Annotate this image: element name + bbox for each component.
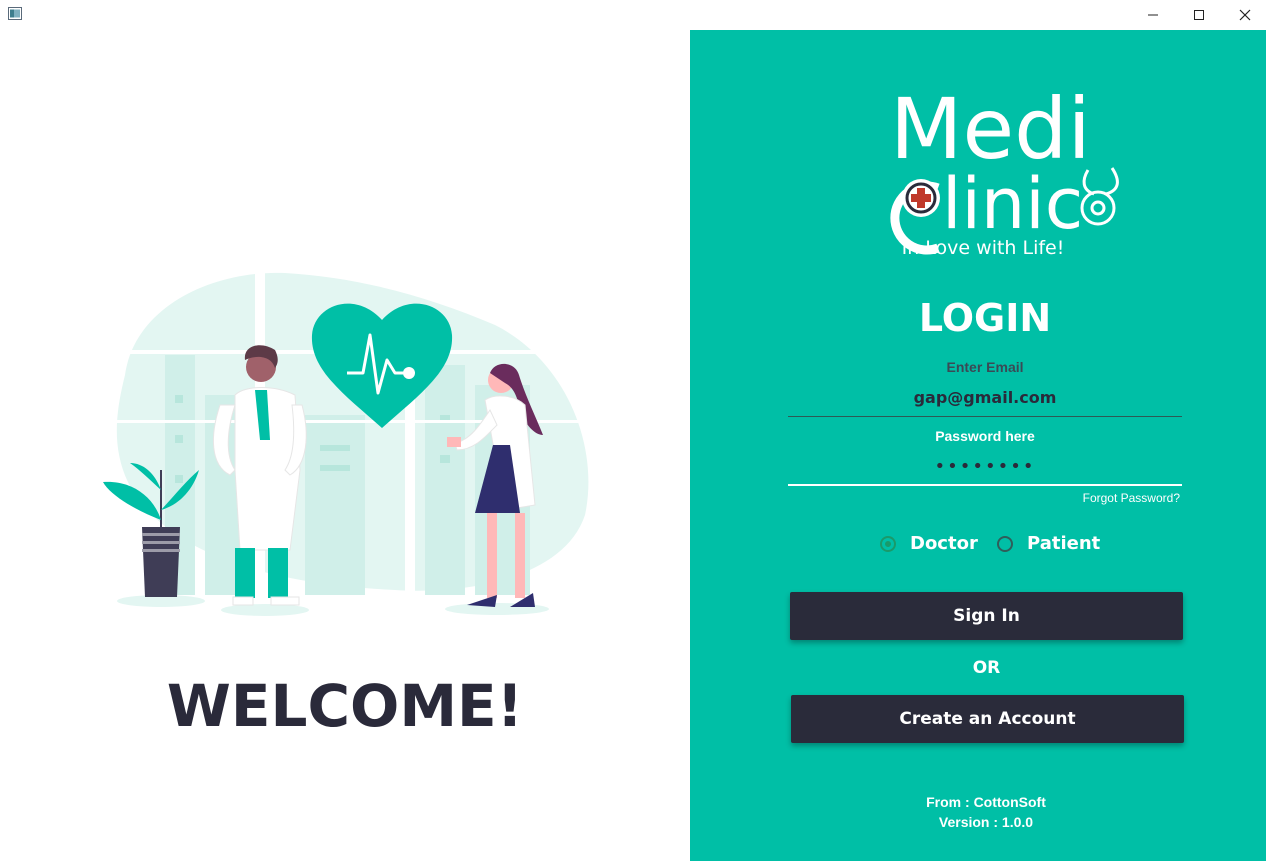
radio-checked-icon [880, 535, 896, 552]
minimize-button[interactable] [1130, 0, 1176, 30]
login-panel: Medi linic In Love with Life! LOGIN Ente… [690, 30, 1266, 861]
create-account-button[interactable]: Create an Account [791, 695, 1184, 743]
role-label-patient: Patient [1027, 533, 1101, 554]
password-underline [788, 484, 1182, 486]
close-icon [1239, 9, 1251, 21]
tagline: In Love with Life! [901, 237, 1065, 259]
role-label-doctor: Doctor [910, 533, 978, 554]
app-window-icon [8, 7, 22, 20]
email-label: Enter Email [946, 359, 1024, 375]
doctors-illustration [103, 272, 595, 616]
title-bar [0, 0, 1266, 30]
sign-in-button[interactable]: Sign In [790, 592, 1183, 640]
svg-text:linic: linic [942, 163, 1083, 245]
close-button[interactable] [1222, 0, 1266, 30]
minimize-icon [1148, 14, 1158, 16]
email-field[interactable] [788, 384, 1182, 410]
role-radio-patient[interactable]: Patient [997, 533, 1100, 554]
forgot-password-link[interactable]: Forgot Password? [1030, 491, 1180, 505]
radio-unchecked-icon [997, 535, 1013, 552]
login-title: LOGIN [918, 296, 1052, 340]
maximize-button[interactable] [1176, 0, 1222, 30]
maximize-icon [1194, 10, 1204, 20]
password-label: Password here [935, 428, 1035, 444]
welcome-heading: WELCOME! [166, 672, 524, 740]
role-radio-doctor[interactable]: Doctor [880, 533, 978, 554]
footer-from: From : CottonSoft [926, 794, 1046, 810]
email-underline [788, 416, 1182, 417]
or-separator: OR [972, 658, 1001, 678]
password-field[interactable] [788, 453, 1182, 479]
footer-version: Version : 1.0.0 [938, 814, 1034, 830]
